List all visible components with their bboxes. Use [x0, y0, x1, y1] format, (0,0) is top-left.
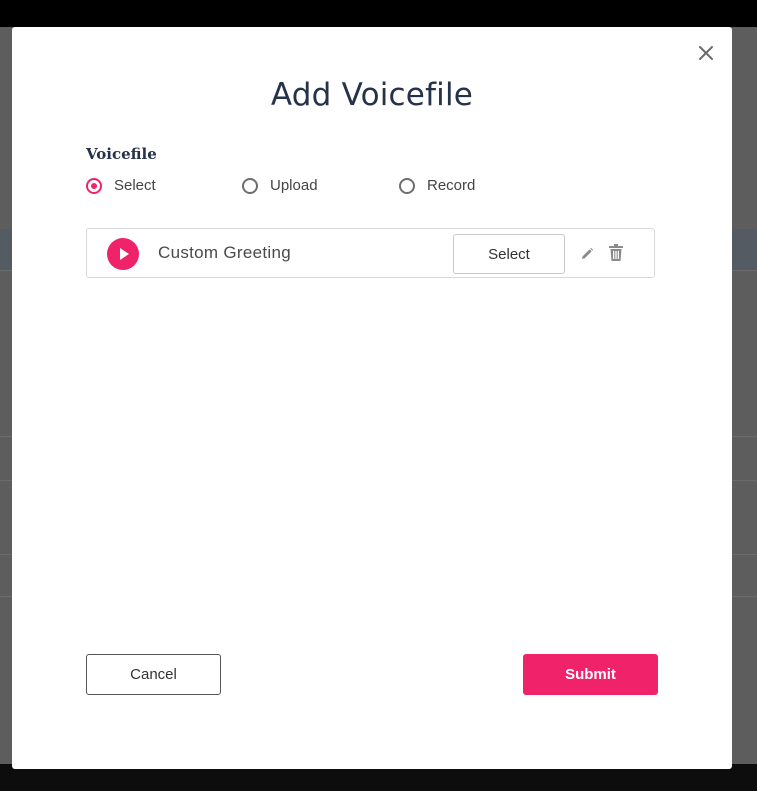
play-icon	[120, 248, 129, 260]
radio-record-indicator	[399, 177, 415, 194]
dialog-title: Add Voicefile	[270, 77, 474, 113]
radio-upload-label: Upload	[270, 177, 318, 194]
radio-upload-indicator	[242, 177, 258, 194]
delete-button[interactable]	[609, 244, 623, 265]
select-voicefile-button[interactable]: Select	[453, 234, 565, 274]
trash-icon	[609, 244, 623, 261]
play-button[interactable]	[107, 238, 139, 270]
voicefile-name: Custom Greeting	[158, 243, 291, 262]
radio-select[interactable]: Select	[86, 177, 156, 194]
radio-select-label: Select	[114, 177, 156, 194]
pencil-icon	[582, 247, 594, 259]
close-button[interactable]	[694, 41, 718, 65]
radio-record[interactable]: Record	[399, 177, 475, 194]
add-voicefile-dialog: Add Voicefile Voicefile Select Upload Re…	[12, 27, 732, 769]
cancel-button[interactable]: Cancel	[86, 654, 221, 695]
background-top-bar	[0, 0, 757, 27]
voicefile-label: Voicefile	[86, 145, 157, 163]
radio-record-label: Record	[427, 177, 476, 194]
voicefile-list-item: Custom Greeting Select	[86, 228, 655, 278]
close-icon	[699, 46, 713, 60]
radio-upload[interactable]: Upload	[242, 177, 318, 194]
submit-button[interactable]: Submit	[523, 654, 658, 695]
edit-button[interactable]	[580, 246, 594, 265]
radio-select-indicator	[86, 177, 102, 194]
